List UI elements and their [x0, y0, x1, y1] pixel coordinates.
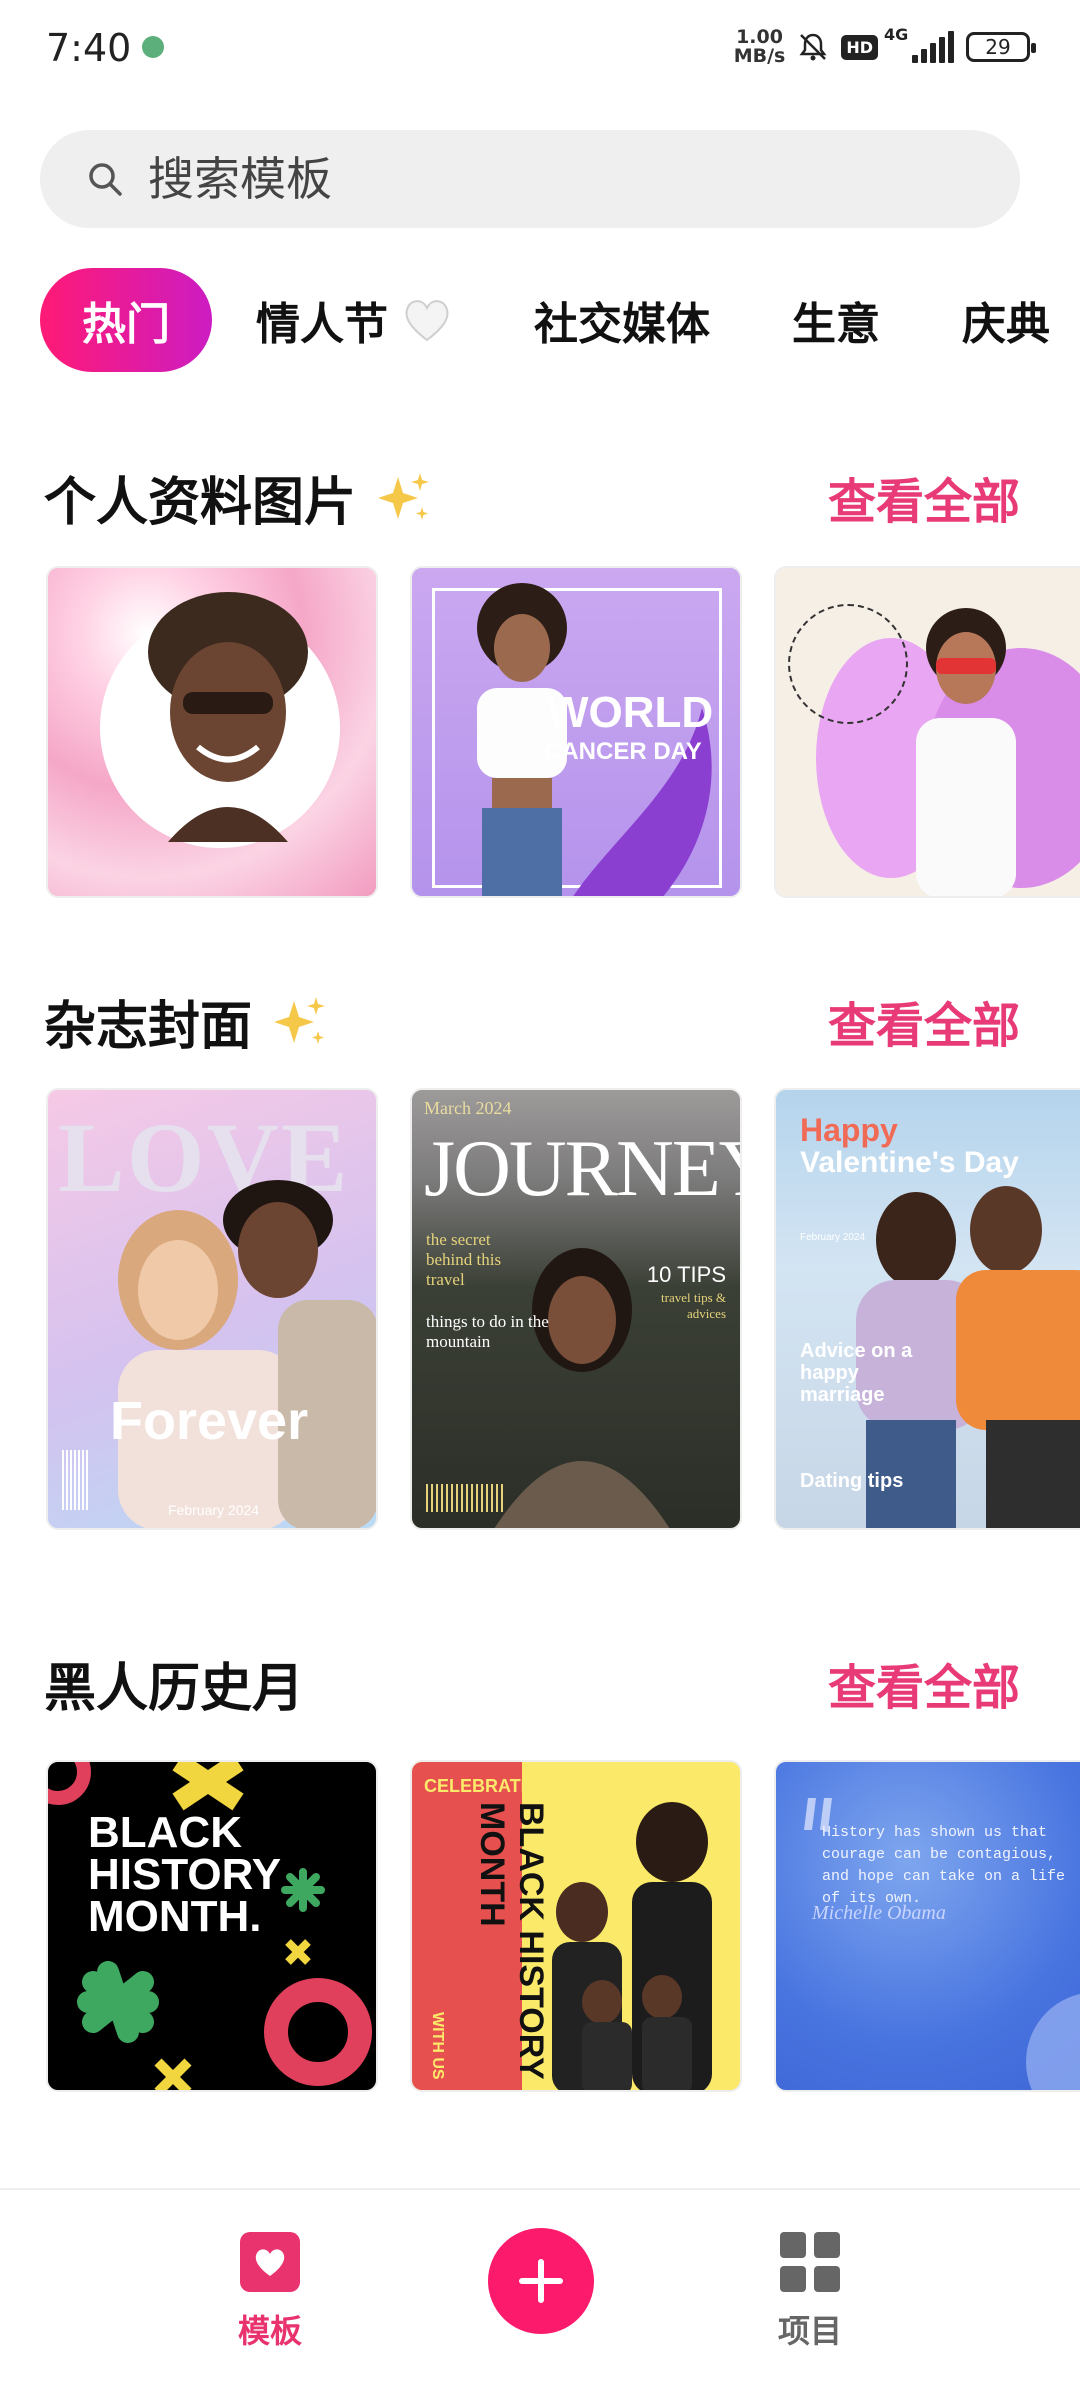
template-card[interactable]: March 2024 JOURNEY the secret behind thi… [410, 1088, 742, 1530]
section-header: 黑人历史月 查看全部 [44, 1646, 1040, 1719]
section-title: 个人资料图片 [44, 460, 434, 535]
family-image [552, 1802, 712, 2090]
section-title-text: 杂志封面 [44, 997, 253, 1057]
card-date: February 2024 [168, 1502, 260, 1518]
nav-label: 项目 [777, 2312, 842, 2350]
template-card[interactable] [46, 566, 378, 898]
status-time: 7:40 [46, 26, 132, 70]
template-card[interactable]: WORLD CANCER DAY [410, 566, 742, 898]
card-footer: WITH US [429, 2012, 446, 2080]
create-button[interactable] [488, 2228, 594, 2334]
hd-icon: HD [841, 34, 878, 60]
category-chips: 热门 情人节 社交媒体 生意 庆典 [40, 268, 1080, 372]
card-teaser: Dating tips [800, 1470, 904, 1492]
white-heart-icon [405, 300, 449, 342]
chip-label: 社交媒体 [534, 299, 710, 350]
card-headline: JOURNEY [424, 1125, 742, 1213]
search-input[interactable] [148, 152, 948, 206]
card-teaser: the secret behind this travel [426, 1230, 502, 1289]
battery-icon: 29 [966, 32, 1036, 62]
network-speed: 1.00 MB/s [734, 28, 786, 66]
battery-level: 29 [985, 35, 1011, 59]
search-bar[interactable] [40, 130, 1020, 228]
card-quote: History has shown us that courage can be… [822, 1824, 1066, 1907]
chip-social-media[interactable]: 社交媒体 [534, 288, 710, 352]
template-card[interactable]: History has shown us that courage can be… [774, 1760, 1080, 2092]
network-speed-unit: MB/s [733, 45, 786, 67]
barcode-icon [426, 1484, 506, 1512]
card-headline: Happy [800, 1112, 898, 1148]
card-teaser: Advice on a happy marriage [800, 1340, 913, 1406]
grid-icon [780, 2232, 840, 2292]
section-title: 杂志封面 [44, 984, 330, 1059]
status-bar: 7:40 1.00 MB/s HD 4G 29 [0, 0, 1080, 100]
nav-label: 模板 [237, 2312, 302, 2350]
section-title-text: 个人资料图片 [44, 473, 357, 533]
view-all-link[interactable]: 查看全部 [828, 986, 1020, 1056]
section-title-text: 黑人历史月 [44, 1659, 305, 1719]
section-title: 黑人历史月 [44, 1646, 304, 1721]
card-date: February 2024 [800, 1232, 866, 1243]
search-icon [89, 163, 122, 196]
card-subheadline: CANCER DAY [544, 738, 702, 765]
status-icons: 1.00 MB/s HD 4G 29 [734, 25, 1036, 66]
template-carousel: LOVE Forever February 2024 March 2024 JO… [46, 1088, 1080, 1530]
app-notification-icon [142, 36, 164, 58]
template-card[interactable]: Happy Valentine's Day February 2024 Advi… [774, 1088, 1080, 1530]
section-header: 个人资料图片 查看全部 [44, 460, 1040, 533]
section-header: 杂志封面 查看全部 [44, 984, 1040, 1057]
heart-card-icon [240, 2232, 300, 2292]
signal-icon: 4G [884, 25, 954, 63]
bottom-navigation: 模板 项目 [0, 2188, 1080, 2400]
card-kicker: CELEBRATE [424, 1776, 533, 1796]
bell-muted-icon [799, 33, 827, 61]
chip-label: 庆典 [962, 299, 1050, 350]
plus-icon [519, 2259, 563, 2303]
chip-celebration[interactable]: 庆典 [962, 288, 1050, 352]
barcode-icon [62, 1450, 90, 1510]
seal-badge [1026, 1992, 1080, 2090]
template-carousel: BLACK HISTORY MONTH. CELEBRATE BLACK HIS… [46, 1760, 1080, 2092]
template-carousel: WORLD CANCER DAY [46, 566, 1080, 898]
chip-label: 生意 [792, 299, 880, 350]
portrait-image [916, 608, 1016, 896]
chip-label: 情人节 [256, 299, 388, 350]
chip-valentines[interactable]: 情人节 [256, 288, 452, 352]
template-card[interactable]: LOVE Forever February 2024 [46, 1088, 378, 1530]
card-headline: WORLD [547, 688, 714, 737]
chip-business[interactable]: 生意 [792, 288, 880, 352]
view-all-link[interactable]: 查看全部 [828, 462, 1020, 532]
template-card[interactable]: BLACK HISTORY MONTH. [46, 1760, 378, 2092]
sparkles-icon [378, 472, 430, 520]
card-month: March 2024 [424, 1098, 512, 1118]
nav-templates[interactable]: 模板 [190, 2230, 350, 2352]
card-tips: 10 TIPS [646, 1262, 726, 1287]
chip-label: 热门 [82, 299, 170, 350]
card-headline: Valentine's Day [800, 1146, 1019, 1179]
nav-projects[interactable]: 项目 [730, 2230, 890, 2352]
card-headline: BLACK HISTORY MONTH. [88, 1808, 281, 1941]
card-tips-sub: travel tips & advices [661, 1290, 726, 1321]
template-card[interactable] [774, 566, 1080, 898]
template-card[interactable]: CELEBRATE BLACK HISTORY MONTH WITH US [410, 1760, 742, 2092]
chip-hot[interactable]: 热门 [40, 268, 212, 372]
portrait-image [148, 592, 308, 842]
couple-image [118, 1180, 376, 1528]
sparkles-icon [274, 996, 326, 1044]
card-teaser: things to do in the mountain [426, 1312, 549, 1351]
card-signature: Michelle Obama [812, 1902, 946, 1924]
card-subheadline: Forever [110, 1391, 309, 1451]
view-all-link[interactable]: 查看全部 [828, 1648, 1020, 1718]
network-type: 4G [884, 25, 909, 44]
